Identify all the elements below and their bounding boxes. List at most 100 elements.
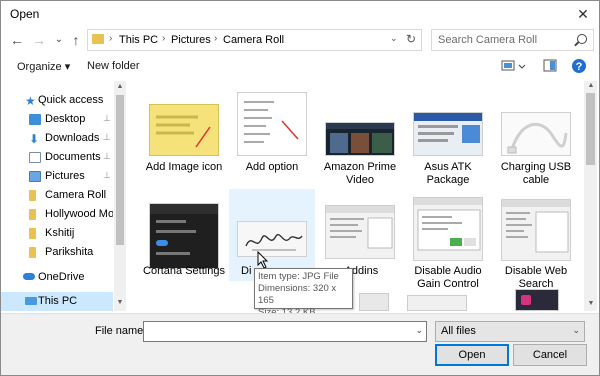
file-list: Add Image icon Add option Amazon Prime V… [131, 81, 583, 311]
breadcrumb-pictures[interactable]: Pictures [171, 34, 211, 46]
file-name: Cortana Settings [143, 265, 225, 277]
file-tile-cortana-settings[interactable]: Cortana Settings [141, 189, 227, 281]
file-tile-disable-audio-gain-control[interactable]: Disable Audio Gain Control [405, 189, 491, 290]
image-thumbnail [237, 92, 307, 156]
sidebar-item-label: OneDrive [38, 271, 85, 283]
chevron-right-icon: › [109, 33, 113, 44]
file-tile-disable-web-search[interactable]: Disable Web Search [493, 189, 579, 290]
sidebar-item-parikshita[interactable]: Parikshita [1, 243, 113, 262]
chevron-down-icon: ⌄ [572, 325, 580, 335]
recent-locations-button[interactable]: ⌄ [50, 30, 68, 50]
file-name: Add option [245, 161, 299, 173]
computer-icon [25, 297, 37, 305]
search-input[interactable]: Search Camera Roll [431, 29, 594, 51]
chevron-right-icon: › [214, 33, 218, 44]
open-button[interactable]: Open [435, 344, 509, 366]
preview-pane-icon[interactable] [543, 59, 557, 73]
sidebar-item-this-pc[interactable]: This PC [1, 292, 113, 311]
dialog-title: Open [10, 7, 40, 21]
folder-icon [29, 247, 36, 258]
file-type-select[interactable]: All files ⌄ [435, 321, 585, 342]
mouse-cursor-icon [257, 251, 269, 269]
image-thumbnail [501, 199, 571, 261]
refresh-icon[interactable]: ↻ [406, 32, 420, 46]
scroll-down-icon[interactable]: ▼ [586, 300, 596, 307]
image-thumbnail [149, 203, 219, 269]
scroll-down-icon[interactable]: ▼ [115, 299, 125, 306]
scroll-up-icon[interactable]: ▲ [586, 82, 596, 89]
pin-icon: ⊥ [103, 113, 111, 123]
sidebar-item-pictures[interactable]: Pictures ⊥ [1, 167, 113, 186]
file-name: Asus ATK Package [424, 161, 472, 186]
sidebar-item-quick-access[interactable]: ★ Quick access [1, 91, 113, 110]
cloud-icon [23, 273, 35, 280]
file-tile-charging-usb-cable[interactable]: Charging USB cable [493, 89, 579, 186]
search-icon [577, 34, 587, 44]
sidebar-item-label: Pictures [45, 170, 85, 182]
chevron-down-icon[interactable]: ⌄ [415, 325, 423, 336]
sidebar-item-label: Quick access [38, 94, 104, 106]
scrollbar-thumb[interactable] [586, 93, 595, 165]
navigation-bar: ← → ⌄ ↑ › This PC › Pictures › Camera Ro… [1, 28, 599, 54]
file-name: Charging USB cable [500, 161, 572, 186]
sidebar-item-downloads[interactable]: ⬇ Downloads ⊥ [1, 129, 113, 148]
pin-icon: ⊥ [103, 132, 111, 142]
search-placeholder: Search Camera Roll [438, 34, 538, 46]
folder-icon [29, 228, 36, 239]
scrollbar-thumb[interactable] [116, 95, 124, 245]
sidebar-item-label: Hollywood Movi [45, 208, 113, 220]
new-folder-button[interactable]: New folder [87, 60, 140, 72]
open-dialog: Open ✕ ← → ⌄ ↑ › This PC › Pictures › Ca… [0, 0, 600, 376]
back-button[interactable]: ← [8, 30, 26, 50]
image-thumbnail [325, 205, 395, 259]
title-bar: Open ✕ [1, 1, 599, 27]
image-thumbnail [325, 122, 395, 156]
file-tile-add-image-icon[interactable]: Add Image icon [141, 89, 227, 181]
sidebar-item-label: Parikshita [45, 246, 94, 258]
file-type-value: All files [441, 325, 476, 337]
app-icon [521, 295, 531, 305]
help-icon[interactable]: ? [571, 58, 587, 74]
file-list-scrollbar[interactable]: ▲ ▼ [584, 81, 597, 311]
file-tile-add-option[interactable]: Add option [229, 89, 315, 181]
close-button[interactable]: ✕ [573, 4, 593, 24]
sidebar-item-documents[interactable]: Documents ⊥ [1, 148, 113, 167]
dialog-footer: File name: ⌄ All files ⌄ Open Cancel [1, 313, 599, 375]
image-thumbnail [237, 221, 307, 257]
breadcrumb-camera-roll[interactable]: Camera Roll [223, 34, 284, 46]
file-name: Disable Web Search [504, 265, 568, 290]
file-name-input[interactable]: ⌄ [143, 321, 427, 342]
cancel-button[interactable]: Cancel [513, 344, 587, 366]
file-tile-asus-atk-package[interactable]: Asus ATK Package [405, 89, 491, 186]
up-button[interactable]: ↑ [67, 30, 85, 50]
file-name-label: File name: [95, 325, 147, 337]
svg-text:?: ? [576, 61, 583, 73]
organize-button[interactable]: Organize ▾ [17, 60, 70, 73]
image-thumbnail [515, 289, 559, 311]
sidebar-item-hollywood-movies[interactable]: Hollywood Movi [1, 205, 113, 224]
sidebar-item-kshitij[interactable]: Kshitij [1, 224, 113, 243]
address-bar[interactable]: › This PC › Pictures › Camera Roll ⌄ ↻ [87, 29, 422, 51]
chevron-right-icon: › [162, 33, 166, 44]
forward-button[interactable]: → [30, 30, 48, 50]
navigation-pane: ★ Quick access Desktop ⊥ ⬇ Downloads ⊥ D… [1, 81, 127, 311]
tooltip-dimensions: Dimensions: 320 x 165 [258, 283, 337, 306]
breadcrumb-this-pc[interactable]: This PC [119, 34, 158, 46]
sidebar-item-label: Camera Roll [45, 189, 107, 201]
image-thumbnail [413, 197, 483, 261]
scroll-up-icon[interactable]: ▲ [115, 83, 125, 90]
sidebar-item-camera-roll[interactable]: Camera Roll [1, 186, 113, 205]
desktop-folder-icon [29, 114, 41, 125]
file-name: Amazon Prime Video [323, 161, 397, 186]
image-thumbnail [149, 104, 219, 156]
file-tile-amazon-prime-video[interactable]: Amazon Prime Video [317, 89, 403, 186]
tooltip-item-type: Item type: JPG File [258, 271, 339, 282]
sidebar-scrollbar[interactable]: ▲ ▼ [114, 81, 126, 311]
download-icon: ⬇ [29, 132, 40, 146]
view-options-icon[interactable] [501, 59, 527, 73]
sidebar-item-label: This PC [38, 295, 78, 307]
file-name: Add Image icon [145, 161, 223, 173]
chevron-down-icon[interactable]: ⌄ [390, 33, 402, 44]
sidebar-item-onedrive[interactable]: OneDrive [1, 268, 113, 287]
sidebar-item-desktop[interactable]: Desktop ⊥ [1, 110, 113, 129]
